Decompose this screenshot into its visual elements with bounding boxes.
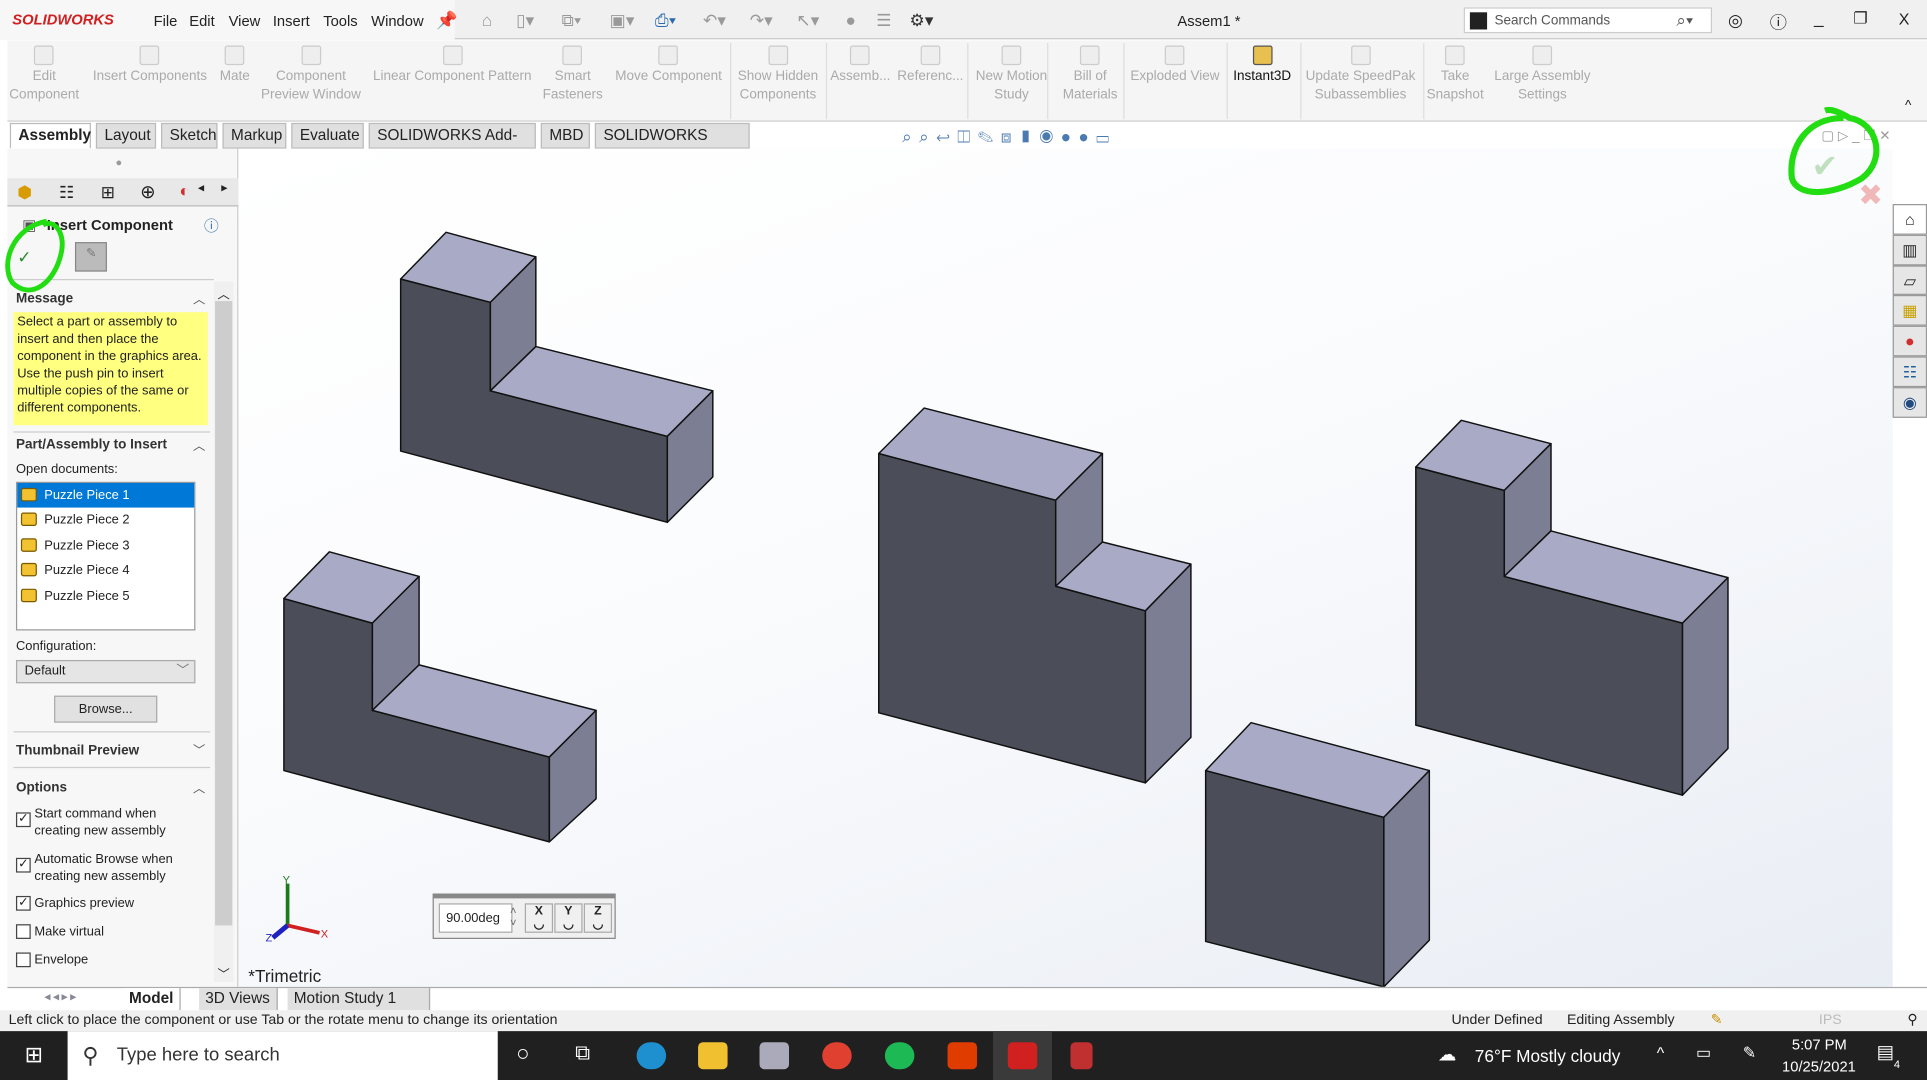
rebuild-status-icon[interactable]: ✎ (1711, 1010, 1723, 1031)
clock-time[interactable]: 5:07 PM (1792, 1036, 1847, 1053)
spotify-icon[interactable] (885, 1042, 914, 1069)
pen-icon[interactable]: ✎ (1743, 1043, 1756, 1063)
hidden-icons-chevron[interactable]: ^ (1657, 1043, 1665, 1061)
svg-text:X: X (321, 929, 329, 941)
solidworks-resources-icon[interactable]: ⌂ (1893, 204, 1927, 234)
graphics-area[interactable]: ⌕⌕↩◫✎⧈▮◉●●▭ ▢ ▷ _ ❐ ✕ ✔ ✖ YXZ *Trimetric (238, 149, 1892, 987)
office-icon[interactable] (948, 1042, 977, 1069)
svg-text:Y: Y (283, 875, 291, 887)
windows-taskbar: ⊞ ⚲Type here to search ○ ⧉ ☁ 76°F Mostly… (0, 1031, 1927, 1080)
weather-text[interactable]: 76°F Mostly cloudy (1475, 1046, 1621, 1066)
rotate-x-button[interactable]: X◡ (525, 903, 553, 932)
custom-properties-icon[interactable]: ☷ (1893, 356, 1927, 386)
tab-3d-views[interactable]: 3D Views (199, 988, 277, 1010)
customize-status-icon[interactable]: ⚲ (1907, 1010, 1917, 1031)
notifications-icon[interactable]: ▤ (1877, 1041, 1894, 1063)
puzzle-piece-a[interactable] (401, 232, 713, 522)
view-name: *Trimetric (248, 966, 321, 986)
status-hint: Left click to place the component or use… (9, 1010, 558, 1031)
file-explorer-icon[interactable]: ▱ (1893, 265, 1927, 295)
puzzle-piece-d[interactable] (1416, 420, 1728, 795)
puzzle-piece-e[interactable] (1206, 723, 1430, 987)
unit-system[interactable]: IPS (1819, 1010, 1842, 1031)
solidworks-forum-icon[interactable]: ◉ (1893, 387, 1927, 417)
task-view-icon[interactable]: ⧉ (575, 1041, 590, 1066)
front-face (879, 454, 1146, 783)
notification-count: 4 (1894, 1058, 1900, 1070)
windows-start-icon[interactable]: ⊞ (25, 1042, 44, 1068)
reference-triad: Y X Z (263, 874, 337, 942)
solidworks-taskbar-icon[interactable] (1008, 1042, 1037, 1069)
search-icon: ⚲ (82, 1031, 98, 1080)
status-bar: Left click to place the component or use… (0, 1010, 1927, 1031)
tab-model[interactable]: Model (123, 988, 181, 1010)
battery-icon[interactable]: ▭ (1696, 1043, 1711, 1063)
puzzle-piece-c[interactable] (879, 408, 1191, 783)
task-pane: ⌂ ▥ ▱ ▦ ● ☷ ◉ (1893, 204, 1927, 418)
file-explorer-icon[interactable] (698, 1042, 727, 1069)
taskbar-search[interactable]: ⚲Type here to search (68, 1031, 498, 1080)
design-library-icon[interactable]: ▥ (1893, 234, 1927, 264)
status-mode: Editing Assembly (1567, 1010, 1675, 1031)
svg-text:Z: Z (265, 932, 272, 941)
chrome-icon[interactable] (822, 1042, 851, 1069)
snipping-tool-icon[interactable] (1070, 1042, 1092, 1069)
edge-icon[interactable] (637, 1042, 666, 1069)
weather-icon[interactable]: ☁ (1438, 1043, 1456, 1065)
clock-date[interactable]: 10/25/2021 (1782, 1058, 1856, 1075)
rotate-context-toolbar: 90.00deg ˄˅ X◡ Y◡ Z◡ (433, 893, 616, 938)
angle-spinner[interactable]: ˄˅ (510, 905, 516, 930)
rotate-angle-input[interactable]: 90.00deg (439, 903, 513, 932)
puzzle-piece-b[interactable] (284, 552, 596, 842)
cortana-icon[interactable]: ○ (516, 1041, 529, 1067)
bottom-tabs: ◂◂▸▸ Model 3D Views Motion Study 1 (7, 987, 1927, 1009)
rotate-z-button[interactable]: Z◡ (584, 903, 612, 932)
tab-scroll-arrows[interactable]: ◂◂▸▸ (44, 991, 79, 1005)
rotate-y-button[interactable]: Y◡ (554, 903, 582, 932)
appearances-icon[interactable]: ● (1893, 326, 1927, 356)
status-definition: Under Defined (1451, 1010, 1542, 1031)
tab-motion-study[interactable]: Motion Study 1 (288, 988, 431, 1010)
app-icon[interactable] (760, 1042, 789, 1069)
view-palette-icon[interactable]: ▦ (1893, 295, 1927, 325)
